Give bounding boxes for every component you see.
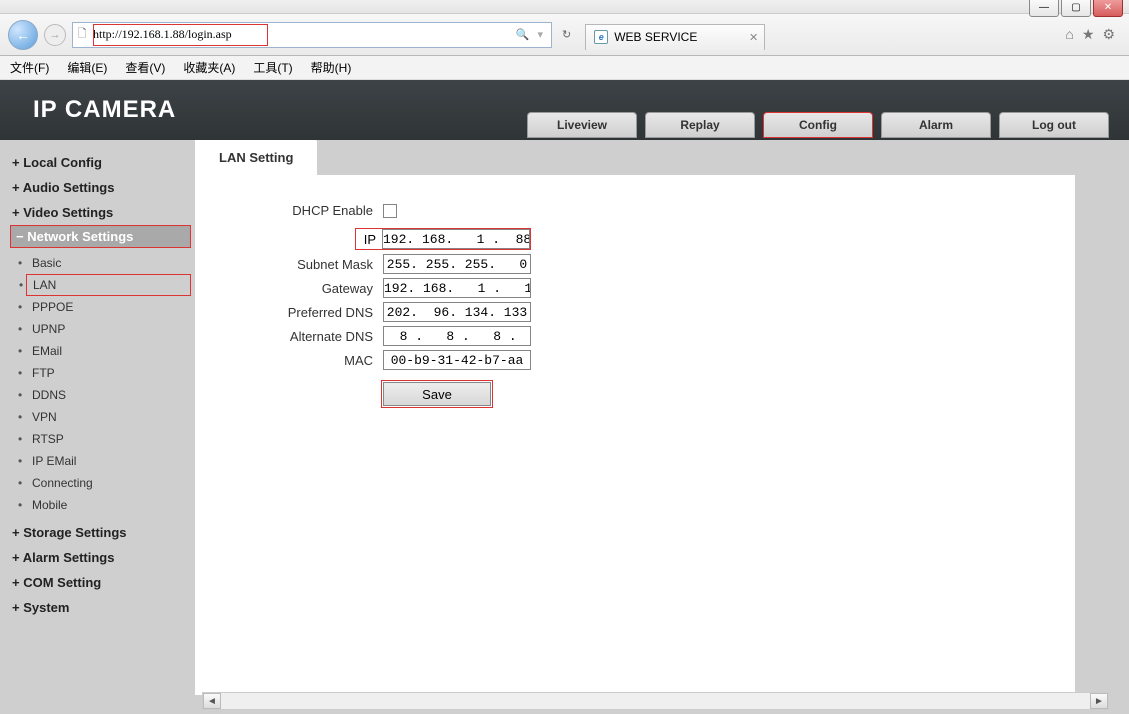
tab-liveview[interactable]: Liveview bbox=[527, 112, 637, 138]
sidebar-item-mobile[interactable]: Mobile bbox=[32, 494, 191, 516]
label-ip: IP bbox=[356, 232, 382, 247]
sidebar-group-system[interactable]: + System bbox=[10, 595, 191, 620]
sidebar-group-alarm-settings[interactable]: + Alarm Settings bbox=[10, 545, 191, 570]
menu-view[interactable]: 查看(V) bbox=[125, 59, 165, 76]
horizontal-scrollbar[interactable]: ◄ ► bbox=[202, 692, 1109, 710]
label-dhcp: DHCP Enable bbox=[195, 203, 383, 218]
refresh-icon[interactable]: ↻ bbox=[562, 28, 571, 41]
preferred-dns-input[interactable] bbox=[383, 302, 531, 322]
sidebar-group-storage-settings[interactable]: + Storage Settings bbox=[10, 520, 191, 545]
sidebar-item-connecting[interactable]: Connecting bbox=[32, 472, 191, 494]
browser-tab[interactable]: e WEB SERVICE ✕ bbox=[585, 24, 765, 50]
brand-title: IP CAMERA bbox=[33, 96, 176, 124]
sidebar-group-audio-settings[interactable]: + Audio Settings bbox=[10, 175, 191, 200]
gateway-input[interactable] bbox=[383, 278, 531, 298]
sidebar-item-rtsp[interactable]: RTSP bbox=[32, 428, 191, 450]
address-bar[interactable]: 🗋 🔍▾ bbox=[72, 22, 552, 48]
tab-close-icon[interactable]: ✕ bbox=[749, 31, 758, 44]
url-input[interactable] bbox=[91, 27, 508, 42]
sidebar-group-local-config[interactable]: + Local Config bbox=[10, 150, 191, 175]
scroll-left-arrow[interactable]: ◄ bbox=[203, 693, 221, 709]
menu-favorites[interactable]: 收藏夹(A) bbox=[183, 59, 235, 76]
label-mac: MAC bbox=[195, 353, 383, 368]
menu-tools[interactable]: 工具(T) bbox=[253, 59, 292, 76]
tab-logout[interactable]: Log out bbox=[999, 112, 1109, 138]
close-button[interactable]: ✕ bbox=[1093, 0, 1123, 17]
tab-title: WEB SERVICE bbox=[614, 30, 697, 44]
window-titlebar: — ▢ ✕ bbox=[0, 0, 1129, 14]
home-icon[interactable]: ⌂ bbox=[1065, 26, 1073, 43]
sidebar-item-email[interactable]: EMail bbox=[32, 340, 191, 362]
back-button[interactable]: ← bbox=[8, 20, 38, 50]
dhcp-checkbox[interactable] bbox=[383, 204, 397, 218]
alternate-dns-input[interactable] bbox=[383, 326, 531, 346]
favicon-ie-icon: e bbox=[594, 30, 608, 44]
address-tools: 🔍▾ bbox=[508, 28, 551, 41]
browser-menubar: 文件(F) 编辑(E) 查看(V) 收藏夹(A) 工具(T) 帮助(H) bbox=[0, 56, 1129, 80]
panel-title: LAN Setting bbox=[195, 140, 317, 175]
sidebar-item-basic[interactable]: Basic bbox=[32, 252, 191, 274]
favorites-icon[interactable]: ★ bbox=[1082, 26, 1095, 43]
sidebar-sublist-network: Basic LAN PPPOE UPNP EMail FTP DDNS VPN … bbox=[10, 248, 191, 520]
sidebar: + Local Config + Audio Settings + Video … bbox=[0, 140, 195, 714]
settings-panel: DHCP Enable IP Subnet Mask Gateway bbox=[195, 175, 1075, 695]
label-gateway: Gateway bbox=[195, 281, 383, 296]
minimize-button[interactable]: — bbox=[1029, 0, 1059, 17]
sidebar-group-video-settings[interactable]: + Video Settings bbox=[10, 200, 191, 225]
label-adns: Alternate DNS bbox=[195, 329, 383, 344]
page-header: IP CAMERA Liveview Replay Config Alarm L… bbox=[0, 80, 1129, 140]
mac-input[interactable] bbox=[383, 350, 531, 370]
sidebar-item-lan[interactable]: LAN bbox=[26, 274, 191, 296]
sidebar-item-ftp[interactable]: FTP bbox=[32, 362, 191, 384]
tools-icon[interactable]: ⚙ bbox=[1102, 26, 1115, 43]
maximize-button[interactable]: ▢ bbox=[1061, 0, 1091, 17]
page-icon: 🗋 bbox=[73, 25, 91, 44]
search-icon[interactable]: 🔍 bbox=[516, 28, 530, 41]
main-area: LAN Setting DHCP Enable IP Subnet Mask bbox=[195, 140, 1129, 714]
save-button[interactable]: Save bbox=[383, 382, 491, 406]
header-tabs: Liveview Replay Config Alarm Log out bbox=[527, 112, 1109, 138]
sidebar-group-com-setting[interactable]: + COM Setting bbox=[10, 570, 191, 595]
forward-button[interactable]: → bbox=[44, 24, 66, 46]
sidebar-item-pppoe[interactable]: PPPOE bbox=[32, 296, 191, 318]
browser-toolbar: ← → 🗋 🔍▾ ↻ e WEB SERVICE ✕ ⌂ ★ ⚙ bbox=[0, 14, 1129, 56]
label-pdns: Preferred DNS bbox=[195, 305, 383, 320]
tab-alarm[interactable]: Alarm bbox=[881, 112, 991, 138]
sidebar-item-ddns[interactable]: DDNS bbox=[32, 384, 191, 406]
ip-input[interactable] bbox=[382, 229, 530, 249]
sidebar-item-ipemail[interactable]: IP EMail bbox=[32, 450, 191, 472]
label-subnet: Subnet Mask bbox=[195, 257, 383, 272]
sidebar-item-vpn[interactable]: VPN bbox=[32, 406, 191, 428]
scroll-right-arrow[interactable]: ► bbox=[1090, 693, 1108, 709]
page-content: IP CAMERA Liveview Replay Config Alarm L… bbox=[0, 80, 1129, 714]
tab-replay[interactable]: Replay bbox=[645, 112, 755, 138]
sidebar-item-upnp[interactable]: UPNP bbox=[32, 318, 191, 340]
menu-file[interactable]: 文件(F) bbox=[10, 59, 49, 76]
menu-edit[interactable]: 编辑(E) bbox=[67, 59, 107, 76]
tab-config[interactable]: Config bbox=[763, 112, 873, 138]
menu-help[interactable]: 帮助(H) bbox=[311, 59, 352, 76]
sidebar-group-network-settings[interactable]: − Network Settings bbox=[10, 225, 191, 248]
subnet-input[interactable] bbox=[383, 254, 531, 274]
